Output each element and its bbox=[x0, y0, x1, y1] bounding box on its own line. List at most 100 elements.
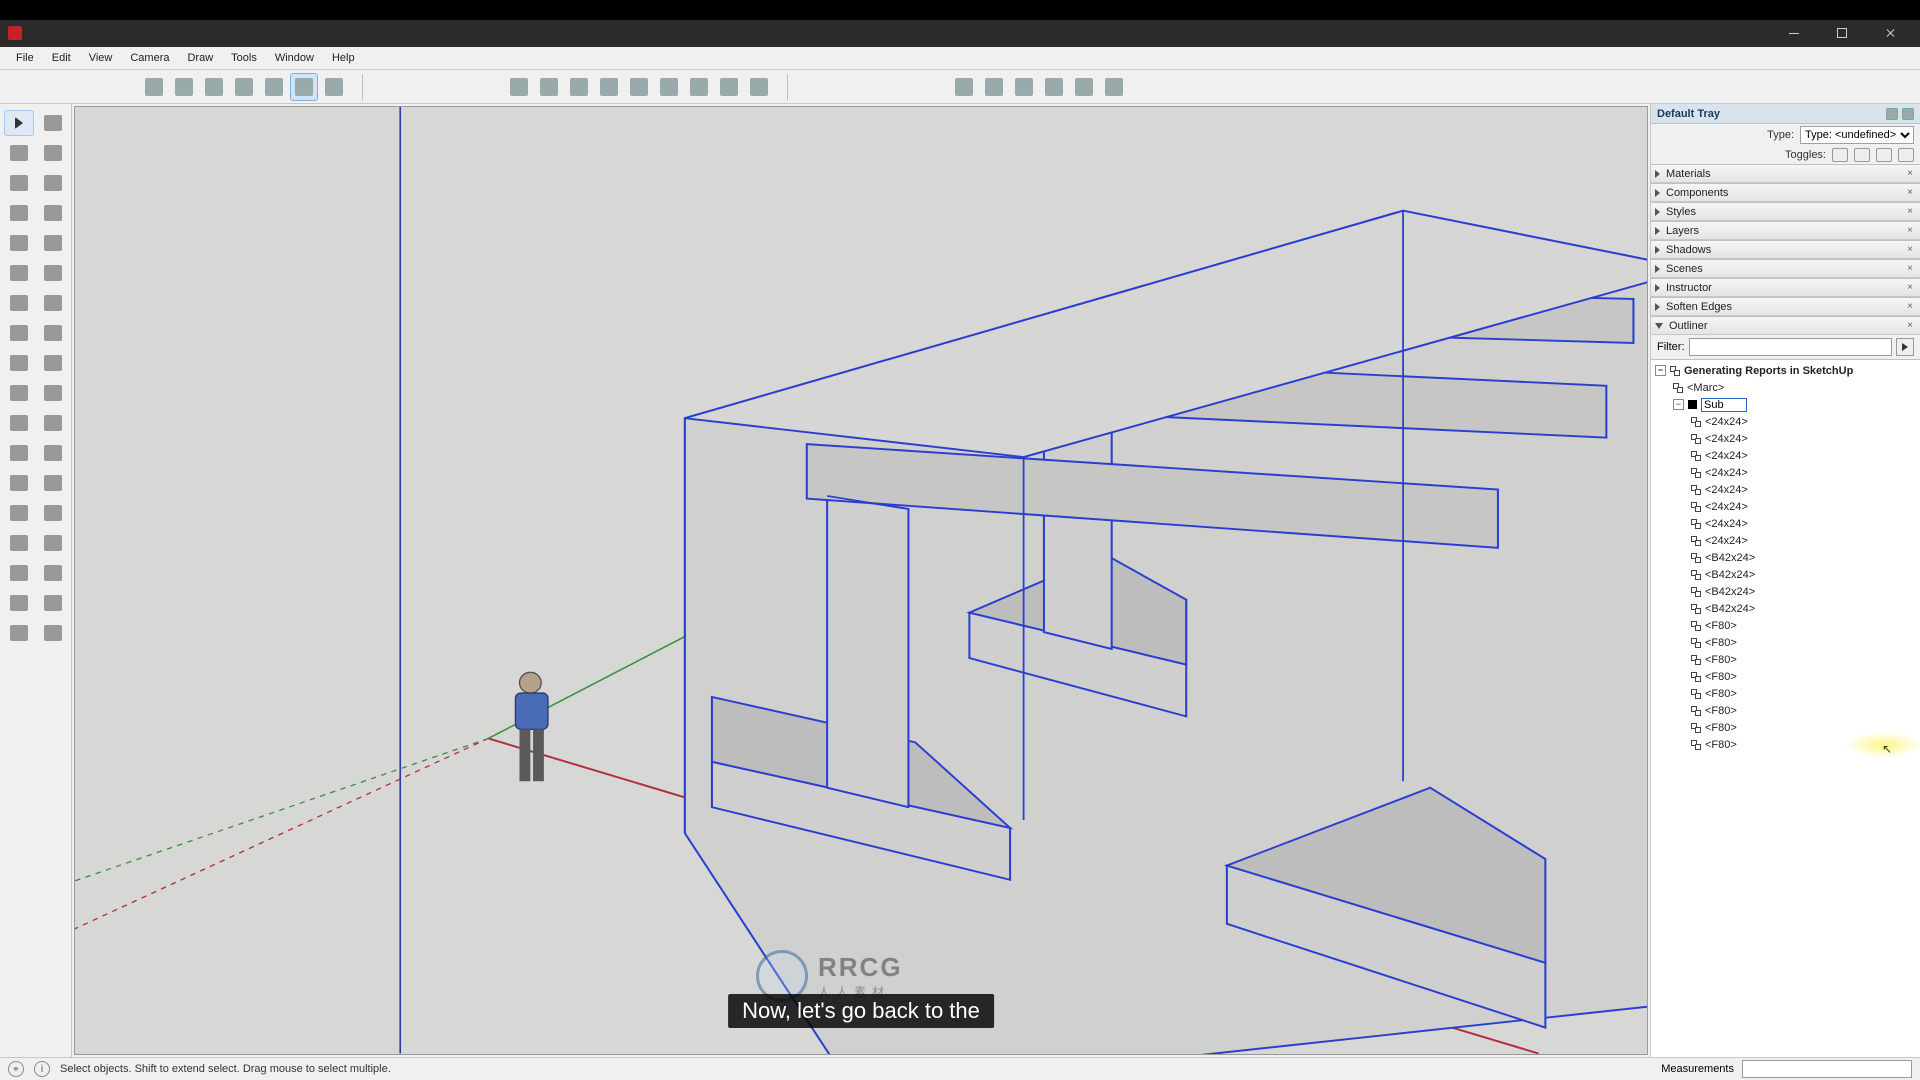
outliner-tree[interactable]: − Generating Reports in SketchUp <Marc> … bbox=[1651, 359, 1920, 1057]
3d-viewport[interactable]: RRCG 人人素材 Now, let's go back to the bbox=[74, 106, 1648, 1055]
section-plane-button[interactable] bbox=[4, 620, 34, 646]
outliner-child-node[interactable]: <24x24> bbox=[1651, 532, 1920, 549]
rotate-tool-button[interactable] bbox=[38, 320, 68, 346]
panel-close-icon[interactable]: × bbox=[1904, 282, 1916, 294]
add-location-button[interactable] bbox=[1040, 73, 1068, 101]
outliner-child-node[interactable]: <24x24> bbox=[1651, 430, 1920, 447]
toggle-shadows-icon[interactable] bbox=[1876, 148, 1892, 162]
type-select[interactable]: Type: <undefined> bbox=[1800, 126, 1914, 144]
extension-warehouse-button[interactable] bbox=[980, 73, 1008, 101]
tray-pin-icon[interactable] bbox=[1886, 108, 1898, 120]
monochrome-button[interactable] bbox=[320, 73, 348, 101]
outliner-rename-input[interactable] bbox=[1701, 398, 1747, 412]
panel-close-icon[interactable]: × bbox=[1904, 320, 1916, 332]
3d-warehouse-button[interactable] bbox=[950, 73, 978, 101]
zoom-extents-button[interactable] bbox=[625, 73, 653, 101]
panel-close-icon[interactable]: × bbox=[1904, 263, 1916, 275]
outliner-filter-go-button[interactable] bbox=[1896, 338, 1914, 356]
outliner-model-row[interactable]: − Generating Reports in SketchUp bbox=[1651, 362, 1920, 379]
outliner-node-editing[interactable]: − bbox=[1651, 396, 1920, 413]
outliner-child-node[interactable]: <24x24> bbox=[1651, 498, 1920, 515]
select-tool-button[interactable] bbox=[4, 110, 34, 136]
outliner-node[interactable]: <Marc> bbox=[1651, 379, 1920, 396]
window-maximize-button[interactable] bbox=[1820, 20, 1864, 46]
shaded-button[interactable] bbox=[260, 73, 288, 101]
panel-close-icon[interactable]: × bbox=[1904, 168, 1916, 180]
orbit-tool-button[interactable] bbox=[4, 500, 34, 526]
toggle-cast-icon[interactable] bbox=[1898, 148, 1914, 162]
toggle-visible-icon[interactable] bbox=[1832, 148, 1848, 162]
position-camera-tool-button[interactable] bbox=[38, 560, 68, 586]
zoom-tool-button[interactable] bbox=[4, 530, 34, 556]
dimension-button[interactable] bbox=[38, 410, 68, 436]
outliner-child-node[interactable]: <F80> bbox=[1651, 651, 1920, 668]
back-edges-button[interactable] bbox=[170, 73, 198, 101]
outliner-child-node[interactable]: <F80> bbox=[1651, 617, 1920, 634]
zoom-extents-tool-button[interactable] bbox=[4, 560, 34, 586]
menu-file[interactable]: File bbox=[8, 49, 42, 67]
zoom-window-tool-button[interactable] bbox=[38, 530, 68, 556]
print-button[interactable] bbox=[1100, 73, 1128, 101]
walk-tool-button[interactable] bbox=[38, 590, 68, 616]
panel-layers[interactable]: Layers× bbox=[1651, 222, 1920, 240]
outliner-child-node[interactable]: <24x24> bbox=[1651, 515, 1920, 532]
outliner-child-node[interactable]: <F80>↖ bbox=[1651, 736, 1920, 753]
panel-close-icon[interactable]: × bbox=[1904, 187, 1916, 199]
credits-status-icon[interactable]: i bbox=[34, 1061, 50, 1077]
axes-tool-button[interactable] bbox=[4, 470, 34, 496]
measurements-input[interactable] bbox=[1742, 1060, 1912, 1078]
outliner-child-node[interactable]: <F80> bbox=[1651, 634, 1920, 651]
outliner-child-node[interactable]: <B42x24> bbox=[1651, 549, 1920, 566]
offset-tool-button[interactable] bbox=[38, 350, 68, 376]
outliner-child-node[interactable]: <24x24> bbox=[1651, 481, 1920, 498]
menu-view[interactable]: View bbox=[81, 49, 121, 67]
two-point-arc-button[interactable] bbox=[38, 260, 68, 286]
text-tool-button[interactable] bbox=[38, 440, 68, 466]
toggle-tags-button[interactable] bbox=[38, 620, 68, 646]
line-tool-button[interactable] bbox=[4, 170, 34, 196]
protractor-button[interactable] bbox=[4, 440, 34, 466]
outliner-child-node[interactable]: <24x24> bbox=[1651, 413, 1920, 430]
house-button[interactable] bbox=[1010, 73, 1038, 101]
arc-tool-button[interactable] bbox=[4, 260, 34, 286]
outliner-child-node[interactable]: <B42x24> bbox=[1651, 566, 1920, 583]
panel-shadows[interactable]: Shadows× bbox=[1651, 241, 1920, 259]
outliner-child-node[interactable]: <24x24> bbox=[1651, 464, 1920, 481]
look-around-button[interactable] bbox=[715, 73, 743, 101]
xray-view-button[interactable] bbox=[140, 73, 168, 101]
pie-tool-button[interactable] bbox=[38, 290, 68, 316]
move-tool-button[interactable] bbox=[4, 320, 34, 346]
window-close-button[interactable] bbox=[1868, 20, 1912, 46]
toggle-terrain-button[interactable] bbox=[1070, 73, 1098, 101]
scale-tool-button[interactable] bbox=[4, 350, 34, 376]
panel-instructor[interactable]: Instructor× bbox=[1651, 279, 1920, 297]
geolocation-status-icon[interactable]: ⌖ bbox=[8, 1061, 24, 1077]
menu-camera[interactable]: Camera bbox=[122, 49, 177, 67]
polygon-tool-button[interactable] bbox=[38, 230, 68, 256]
zoom-button[interactable] bbox=[565, 73, 593, 101]
follow-me-tool-button[interactable] bbox=[38, 380, 68, 406]
circle-tool-button[interactable] bbox=[4, 230, 34, 256]
freehand-tool-button[interactable] bbox=[38, 170, 68, 196]
make-component-button[interactable] bbox=[38, 110, 68, 136]
panel-close-icon[interactable]: × bbox=[1904, 244, 1916, 256]
outliner-filter-input[interactable] bbox=[1689, 338, 1893, 356]
panel-soften-edges[interactable]: Soften Edges× bbox=[1651, 298, 1920, 316]
tape-measure-button[interactable] bbox=[4, 410, 34, 436]
outliner-child-node[interactable]: <B42x24> bbox=[1651, 600, 1920, 617]
pan-button[interactable] bbox=[535, 73, 563, 101]
push-pull-tool-button[interactable] bbox=[4, 380, 34, 406]
panel-styles[interactable]: Styles× bbox=[1651, 203, 1920, 221]
orbit-button[interactable] bbox=[505, 73, 533, 101]
three-point-arc-button[interactable] bbox=[4, 290, 34, 316]
panel-close-icon[interactable]: × bbox=[1904, 206, 1916, 218]
previous-view-button[interactable] bbox=[655, 73, 683, 101]
outliner-child-node[interactable]: <F80> bbox=[1651, 702, 1920, 719]
menu-edit[interactable]: Edit bbox=[44, 49, 79, 67]
walk-button[interactable] bbox=[745, 73, 773, 101]
tray-header[interactable]: Default Tray bbox=[1651, 104, 1920, 124]
outliner-child-node[interactable]: <F80> bbox=[1651, 668, 1920, 685]
pan-tool-button[interactable] bbox=[38, 500, 68, 526]
hidden-line-button[interactable] bbox=[230, 73, 258, 101]
panel-scenes[interactable]: Scenes× bbox=[1651, 260, 1920, 278]
